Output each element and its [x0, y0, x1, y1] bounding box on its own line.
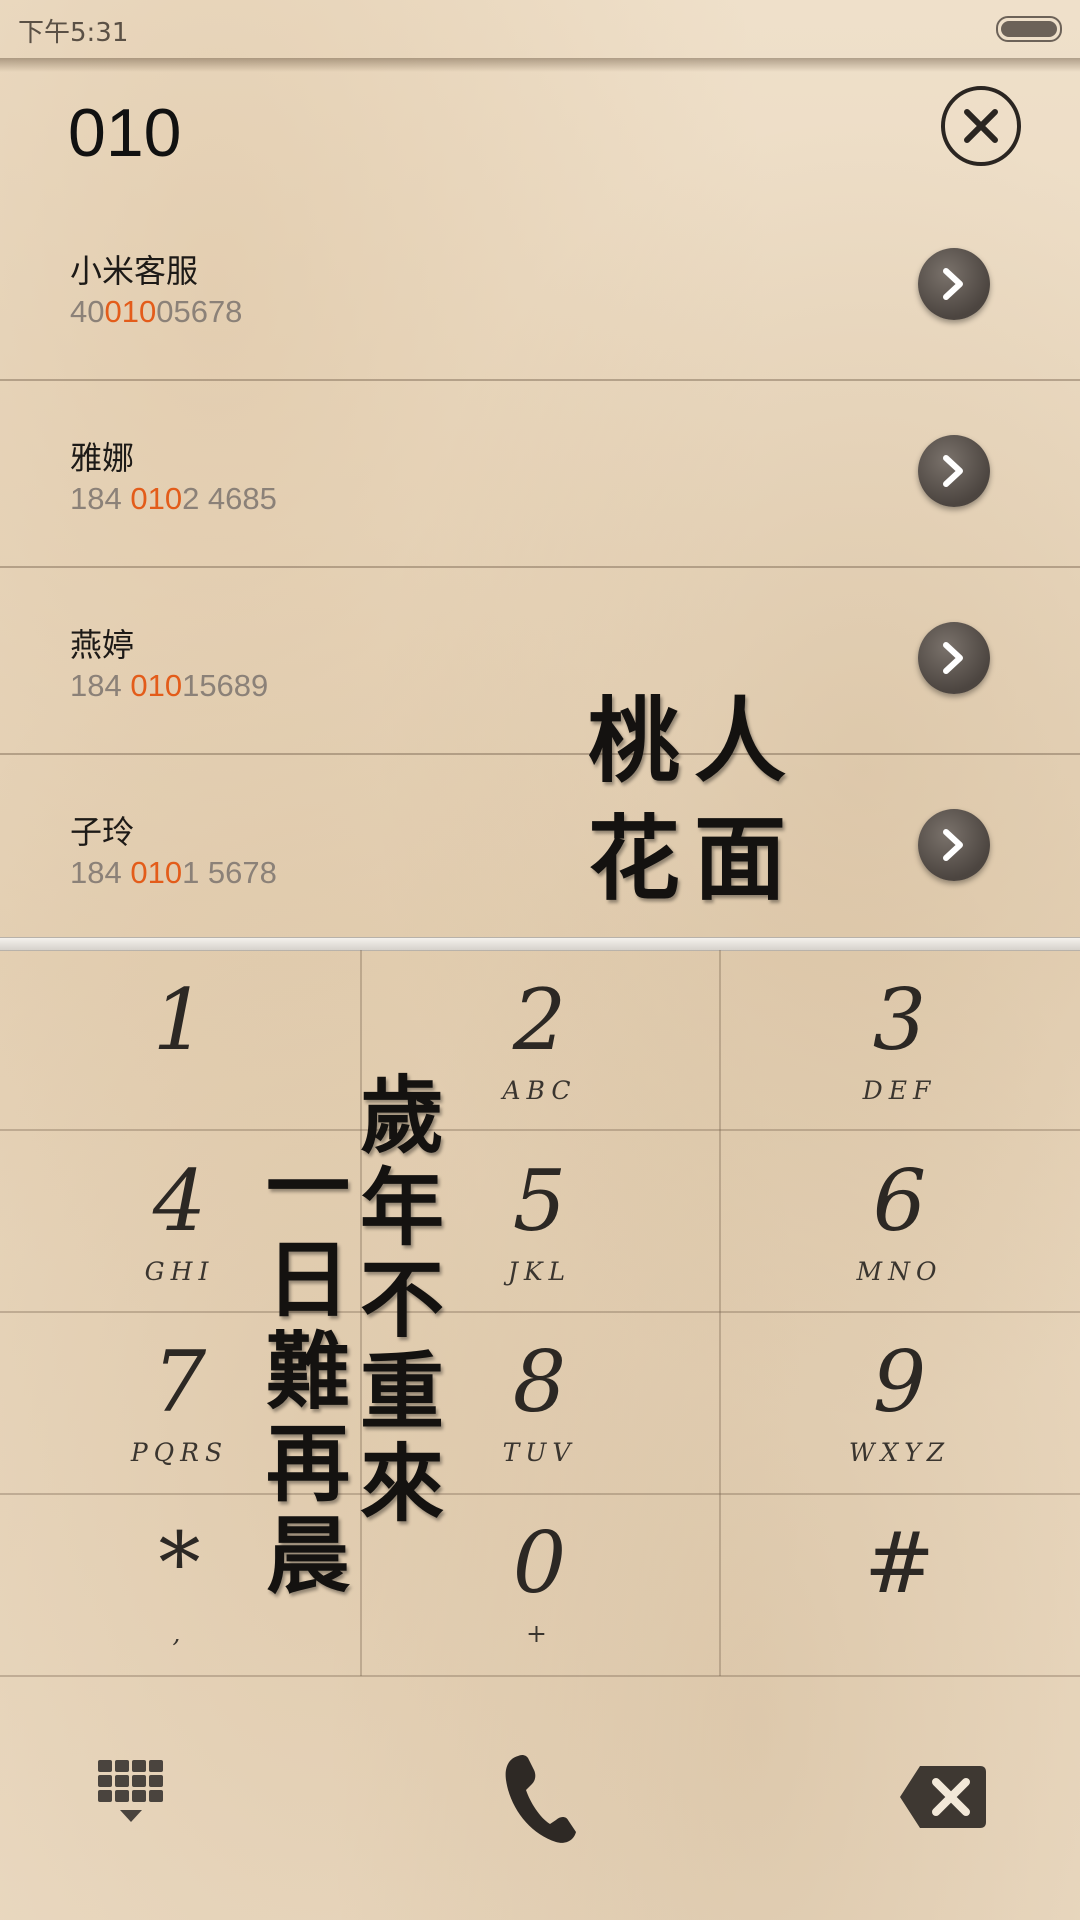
status-bar: 下午5:31	[0, 0, 1080, 58]
chevron-right-icon	[943, 829, 963, 861]
chevron-right-icon	[943, 455, 963, 487]
contact-detail-button[interactable]	[918, 809, 990, 881]
contact-results-list: 小米客服 4001005678 雅娜 184 0102 4685 燕婷 184 …	[0, 194, 1080, 940]
contact-detail-button[interactable]	[918, 435, 990, 507]
contact-name: 子玲	[70, 813, 135, 851]
close-icon	[964, 109, 998, 143]
contact-name: 小米客服	[70, 252, 199, 290]
contact-row[interactable]: 小米客服 4001005678	[0, 194, 1080, 381]
clear-input-button[interactable]	[941, 86, 1021, 166]
toggle-keypad-button[interactable]	[96, 1758, 166, 1842]
calligraphy-decoration: 桃人 花面	[588, 687, 801, 913]
contact-number: 184 0101 5678	[70, 855, 277, 890]
dial-header: 010	[0, 62, 1080, 192]
key-1[interactable]: 1	[0, 950, 359, 1132]
phone-icon	[505, 1754, 576, 1843]
call-button[interactable]	[500, 1750, 580, 1850]
contact-number: 4001005678	[70, 294, 243, 329]
dialer-action-bar	[0, 1676, 1080, 1920]
status-time: 下午5:31	[18, 18, 129, 48]
calligraphy-decoration: 一日難再晨	[265, 1138, 350, 1605]
contact-detail-button[interactable]	[918, 248, 990, 320]
contact-name: 燕婷	[70, 626, 135, 664]
backspace-button[interactable]	[898, 1764, 988, 1834]
contact-detail-button[interactable]	[918, 622, 990, 694]
calligraphy-decoration: 歲年不重來	[359, 1066, 444, 1533]
key-9[interactable]: 9 WXYZ	[720, 1312, 1079, 1494]
key-3[interactable]: 3 DEF	[720, 950, 1079, 1132]
keypad-divider	[0, 937, 1080, 951]
dialed-number-display[interactable]: 010	[68, 94, 181, 172]
battery-icon	[996, 16, 1062, 42]
chevron-right-icon	[943, 268, 963, 300]
contact-number: 184 01015689	[70, 668, 269, 703]
contact-number: 184 0102 4685	[70, 481, 277, 516]
dial-keypad: 1 2 ABC 3 DEF 4 GHI 5 JKL 6 MNO 7 PQRS 8 TUV 9W…	[0, 950, 1080, 1676]
contact-name: 雅娜	[70, 439, 135, 477]
backspace-icon	[900, 1766, 986, 1828]
contact-row[interactable]: 子玲 184 0101 5678	[0, 755, 1080, 940]
keypad-grid-icon	[98, 1760, 163, 1822]
key-hash[interactable]: #	[720, 1493, 1079, 1675]
chevron-right-icon	[943, 642, 963, 674]
contact-row[interactable]: 雅娜 184 0102 4685	[0, 381, 1080, 568]
contact-row[interactable]: 燕婷 184 01015689	[0, 568, 1080, 755]
key-6[interactable]: 6 MNO	[720, 1131, 1079, 1313]
